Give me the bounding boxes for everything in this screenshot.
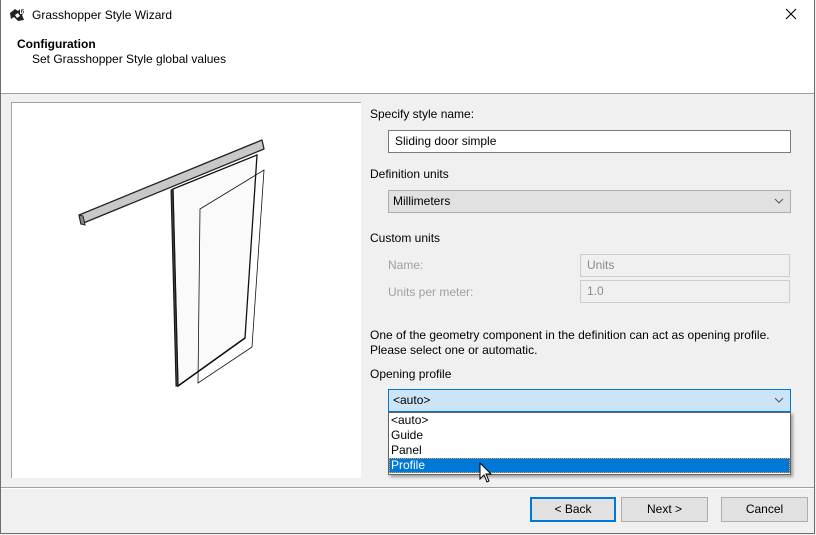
opening-profile-label: Opening profile: [370, 367, 452, 381]
opening-profile-dropdown-list: <auto> Guide Panel Profile: [388, 412, 791, 475]
wizard-header: Configuration Set Grasshopper Style glob…: [1, 31, 814, 94]
page-title: Configuration: [17, 37, 96, 51]
units-per-meter-label: Units per meter:: [388, 285, 474, 299]
definition-units-value: Millimeters: [393, 194, 451, 208]
grasshopper-rhino-icon: 6: [9, 7, 26, 22]
svg-text:6: 6: [21, 9, 25, 16]
style-name-label: Specify style name:: [370, 107, 475, 121]
dropdown-option-profile[interactable]: Profile: [389, 458, 790, 473]
back-button[interactable]: < Back: [530, 497, 616, 522]
dropdown-option-auto[interactable]: <auto>: [389, 413, 790, 428]
mouse-cursor-icon: [479, 461, 493, 484]
definition-units-select[interactable]: Millimeters: [388, 190, 791, 213]
cancel-button[interactable]: Cancel: [721, 497, 808, 522]
next-button[interactable]: Next >: [621, 497, 708, 522]
page-subtitle: Set Grasshopper Style global values: [32, 52, 227, 66]
title-bar: 6 Grasshopper Style Wizard: [1, 0, 814, 31]
chevron-down-icon: [774, 390, 784, 410]
custom-units-label: Custom units: [370, 231, 441, 245]
definition-units-label: Definition units: [370, 167, 449, 181]
chevron-down-icon: [774, 191, 784, 211]
opening-profile-info-line1: One of the geometry component in the def…: [370, 328, 770, 342]
wizard-window: 6 Grasshopper Style Wizard Configuration…: [0, 0, 815, 534]
opening-profile-select[interactable]: <auto>: [388, 389, 791, 412]
custom-name-input: Units: [580, 254, 790, 277]
dropdown-option-guide[interactable]: Guide: [389, 428, 790, 443]
opening-profile-value: <auto>: [393, 393, 431, 407]
dropdown-option-panel[interactable]: Panel: [389, 443, 790, 458]
window-title: Grasshopper Style Wizard: [32, 8, 173, 22]
style-preview-image: [11, 102, 361, 478]
close-button[interactable]: [768, 0, 814, 31]
footer-divider: [1, 487, 814, 489]
units-per-meter-input: 1.0: [580, 280, 790, 303]
close-icon: [785, 8, 797, 23]
custom-name-label: Name:: [388, 258, 424, 272]
style-name-input[interactable]: Sliding door simple: [388, 130, 791, 153]
opening-profile-info-line2: Please select one or automatic.: [370, 343, 538, 357]
